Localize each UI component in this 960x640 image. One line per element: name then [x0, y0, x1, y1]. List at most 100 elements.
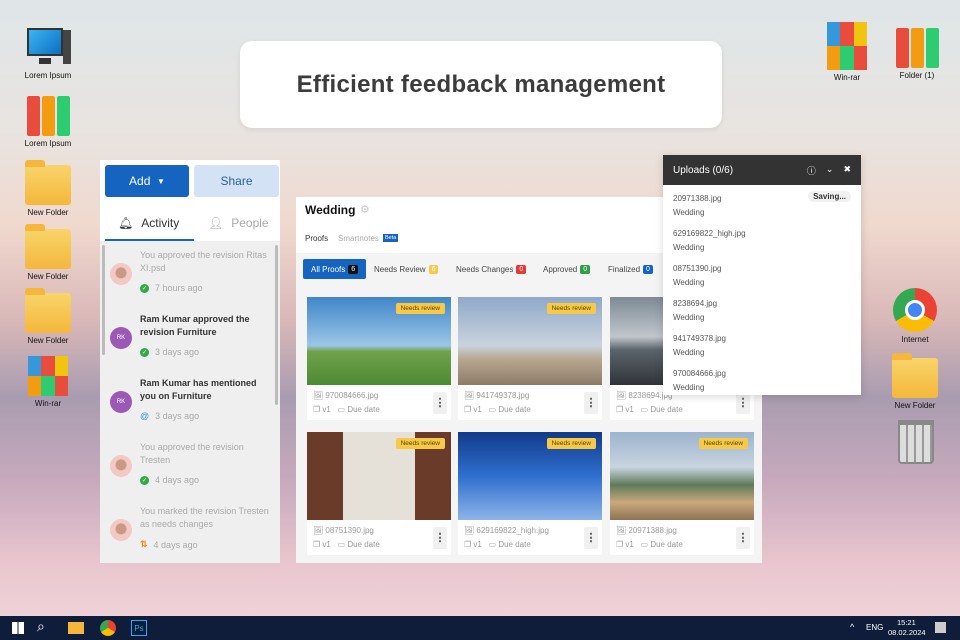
uploads-title: Uploads (0/6)	[673, 164, 734, 176]
filter-tab[interactable]: Finalized 0	[602, 259, 659, 279]
upload-item[interactable]: 8238694.jpg Wedding	[673, 297, 717, 325]
proof-thumbnail[interactable]: Needs review	[458, 297, 602, 385]
status-badge: Needs review	[395, 438, 445, 449]
settings-gear-icon[interactable]: ⚙	[360, 203, 370, 216]
filter-label: Needs Changes	[456, 264, 514, 274]
tab-proofs[interactable]: Proofs	[305, 234, 328, 243]
clock-time[interactable]: 15:21	[897, 618, 916, 627]
more-options-button[interactable]: ⋮	[433, 392, 447, 414]
tab-label: People	[231, 216, 269, 230]
mention-icon: @	[140, 411, 150, 421]
filter-count: 0	[516, 264, 527, 274]
calendar-icon: ▭	[337, 405, 346, 414]
upload-item[interactable]: 941749378.jpg Wedding	[673, 332, 726, 360]
upload-item[interactable]: 629169822_high.jpg Wedding	[673, 227, 746, 255]
file-name-text: 20971388.jpg	[628, 526, 677, 535]
desktop-icon-computer[interactable]: Lorem Ipsum	[8, 28, 88, 80]
activity-item[interactable]: RK Ram Kumar has mentioned you on Furnitu…	[110, 377, 275, 437]
share-button[interactable]: Share	[194, 165, 279, 197]
activity-item[interactable]: You approved the revision Tresten ✓ 4 days…	[110, 441, 275, 501]
filter-tab[interactable]: Approved 0	[537, 259, 596, 279]
desktop-icon-winrar[interactable]: Win-rar	[807, 22, 887, 82]
proof-card[interactable]: Needs review 🖼︎ 941749378.jpg ❐ v1 ▭ Due…	[458, 297, 602, 420]
proof-card[interactable]: Needs review 🖼︎ 20971388.jpg ❐ v1 ▭ Due …	[610, 432, 754, 555]
windows-start-icon[interactable]	[12, 622, 24, 634]
binders-icon	[894, 28, 940, 68]
due-date-text[interactable]: Due date	[498, 405, 530, 414]
uploads-panel: Uploads (0/6) ⓘ ⌄ ✖ Saving... 20971388.jpg W…	[663, 155, 861, 395]
desktop-icon-folder[interactable]: New Folder	[8, 224, 88, 281]
more-options-button[interactable]: ⋮	[433, 527, 447, 549]
activity-text: Ram Kumar has mentioned you on Furniture	[140, 378, 257, 401]
clock-date[interactable]: 08.02.2024	[888, 628, 926, 637]
more-options-button[interactable]: ⋮	[736, 392, 750, 414]
filter-count: 0	[643, 264, 653, 274]
proof-thumbnail[interactable]: Needs review	[307, 297, 451, 385]
upload-item[interactable]: 970084666.jpg Wedding	[673, 367, 726, 395]
file-name: 🖼︎ 629169822_high.jpg	[464, 526, 549, 535]
upload-item[interactable]: 20971388.jpg Wedding	[673, 192, 722, 220]
upload-item[interactable]: 08751390.jpg Wedding	[673, 262, 722, 290]
search-icon[interactable]: ⌕	[37, 618, 45, 635]
filter-count: 6	[348, 264, 359, 274]
right-scrollbar[interactable]	[275, 245, 278, 405]
file-explorer-icon[interactable]	[68, 622, 84, 634]
notification-icon[interactable]	[935, 622, 946, 633]
desktop-icon-folder[interactable]: New Folder	[875, 353, 955, 410]
due-date-text[interactable]: Due date	[498, 540, 530, 549]
language-indicator[interactable]: ENG	[866, 623, 883, 632]
chevron-down-icon[interactable]: ⌄	[826, 164, 834, 177]
chevron-up-icon[interactable]: ^	[850, 622, 854, 632]
desktop-icon-internet[interactable]: Internet	[875, 288, 955, 344]
card-meta: ❐ v1 ▭ Due date	[464, 405, 531, 414]
tab-smartnotes[interactable]: Smartnotes	[338, 234, 379, 243]
activity-item[interactable]: You marked the revision Tresten as needs…	[110, 505, 275, 565]
filter-tab[interactable]: Needs Changes 0	[450, 259, 532, 279]
filter-label: Finalized	[608, 264, 641, 274]
desktop-icon-binders[interactable]: Lorem Ipsum	[8, 96, 88, 148]
upload-project: Wedding	[673, 348, 705, 357]
more-options-button[interactable]: ⋮	[584, 527, 598, 549]
tab-activity[interactable]: 🔔︎ Activity	[118, 205, 179, 241]
desktop-icon-winrar[interactable]: Win-rar	[8, 356, 88, 408]
desktop-icon-folder[interactable]: New Folder	[8, 160, 88, 217]
filter-tab[interactable]: Needs Review 6	[368, 259, 444, 279]
due-date-text[interactable]: Due date	[650, 540, 682, 549]
tab-people[interactable]: 👤︎ People	[208, 205, 269, 241]
desktop-icon-label: New Folder	[27, 208, 69, 217]
upload-file-name: 970084666.jpg	[673, 369, 726, 378]
activity-item[interactable]: You approved the revision Ritas XI.psd ✓ 7…	[110, 249, 275, 309]
info-icon[interactable]: ⓘ	[807, 164, 816, 177]
status-badge: Needs review	[546, 438, 596, 449]
desktop-icon-binders[interactable]: Folder (1)	[877, 28, 957, 80]
filter-tab[interactable]: All Proofs 6	[303, 259, 367, 279]
proof-card[interactable]: Needs review 🖼︎ 970084666.jpg ❐ v1 ▭ Due…	[307, 297, 451, 420]
proof-thumbnail[interactable]: Needs review	[307, 432, 451, 520]
photoshop-icon[interactable]: Ps	[131, 620, 147, 636]
proof-card[interactable]: Needs review 🖼︎ 08751390.jpg ❐ v1 ▭ Due …	[307, 432, 451, 555]
image-icon: 🖼︎	[313, 526, 324, 535]
recycle-bin-icon[interactable]	[898, 420, 934, 464]
activity-item[interactable]: RK Ram Kumar approved the revision Furnit…	[110, 313, 275, 373]
chrome-taskbar-icon[interactable]	[100, 620, 116, 636]
calendar-icon: ▭	[488, 540, 497, 549]
add-button[interactable]: Add ▼	[105, 165, 189, 197]
upload-project: Wedding	[673, 313, 705, 322]
activity-text: You approved the revision Tresten	[140, 442, 244, 465]
desktop-icon-folder[interactable]: New Folder	[8, 288, 88, 345]
more-options-button[interactable]: ⋮	[584, 392, 598, 414]
close-icon[interactable]: ✖	[843, 164, 851, 177]
proof-thumbnail[interactable]: Needs review	[458, 432, 602, 520]
time-text: 3 days ago	[155, 347, 200, 357]
left-scrollbar[interactable]	[102, 245, 105, 355]
due-date-text[interactable]: Due date	[347, 405, 379, 414]
proof-thumbnail[interactable]: Needs review	[610, 432, 754, 520]
proof-card[interactable]: Needs review 🖼︎ 629169822_high.jpg ❐ v1 …	[458, 432, 602, 555]
due-date-text[interactable]: Due date	[650, 405, 682, 414]
image-icon: 🖼︎	[616, 526, 627, 535]
version-text: v1	[473, 405, 482, 414]
folder-icon	[25, 224, 71, 269]
due-date-text[interactable]: Due date	[347, 540, 379, 549]
image-icon: 🖼︎	[313, 391, 324, 400]
more-options-button[interactable]: ⋮	[736, 527, 750, 549]
